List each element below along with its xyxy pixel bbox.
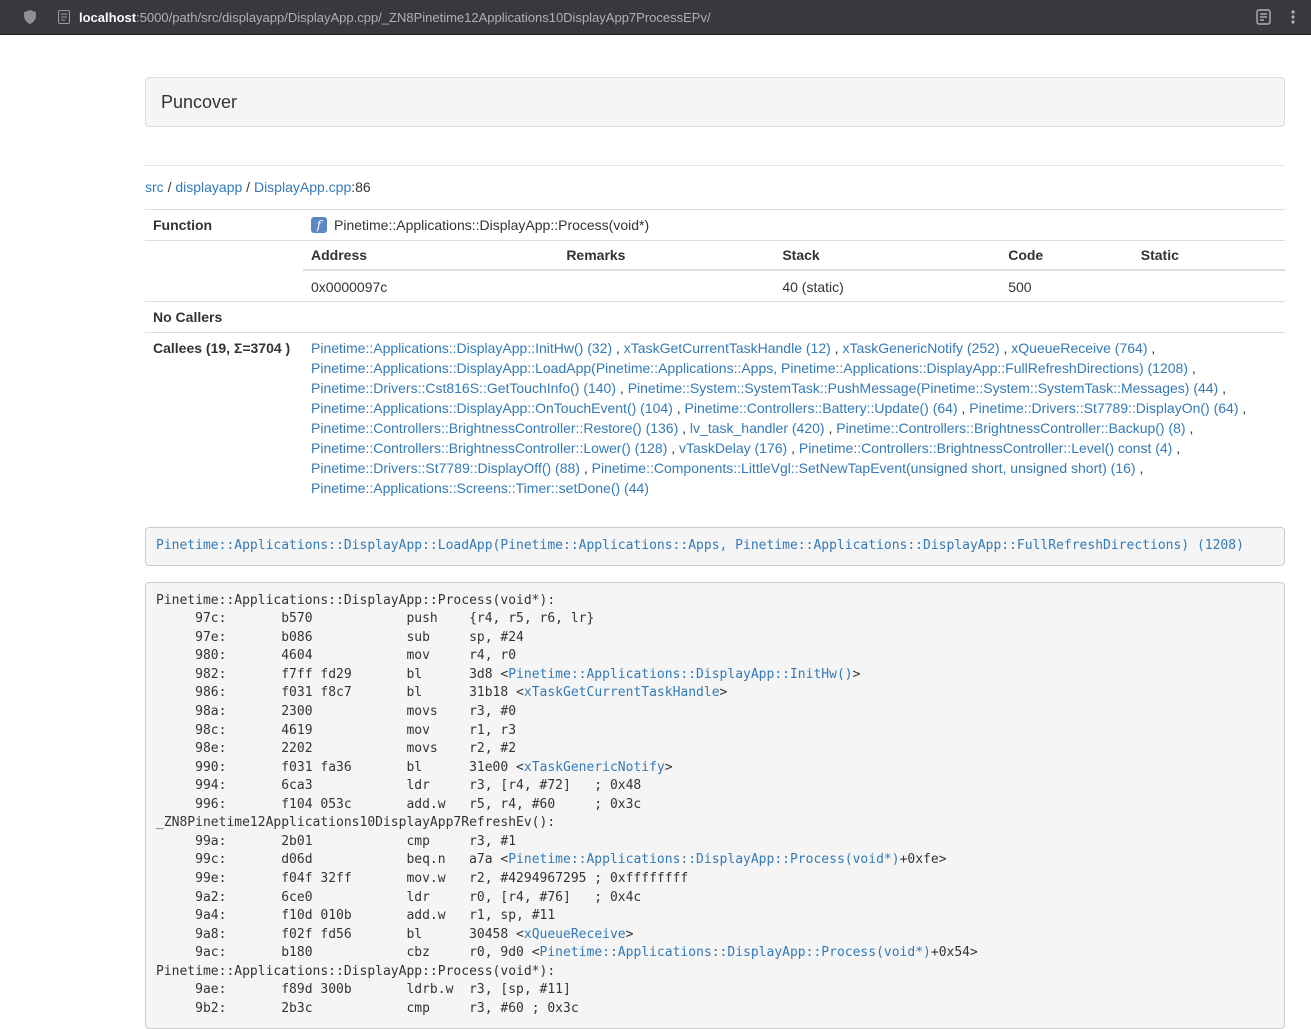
disassembly-symbol-link[interactable]: Pinetime::Applications::DisplayApp::Init… bbox=[508, 667, 852, 682]
reader-view-icon[interactable] bbox=[1256, 9, 1271, 25]
disassembly-symbol-link[interactable]: xTaskGetCurrentTaskHandle bbox=[524, 685, 720, 700]
function-row-label: Function bbox=[145, 210, 303, 241]
callee-separator: , bbox=[831, 340, 843, 356]
callee-link[interactable]: Pinetime::Applications::DisplayApp::Init… bbox=[311, 340, 612, 356]
stats-value-remarks bbox=[558, 270, 774, 301]
callee-link[interactable]: Pinetime::Drivers::St7789::DisplayOn() (… bbox=[969, 400, 1238, 416]
app-title: Puncover bbox=[146, 78, 1284, 126]
breadcrumb-line-number: :86 bbox=[351, 179, 370, 195]
callee-separator: , bbox=[1000, 340, 1012, 356]
stats-cell: Address Remarks Stack Code Static 0x0000… bbox=[303, 241, 1285, 302]
callee-separator: , bbox=[1186, 420, 1194, 436]
symbol-table: Function fPinetime::Applications::Displa… bbox=[145, 209, 1285, 503]
callee-separator: , bbox=[1239, 400, 1247, 416]
callee-link[interactable]: Pinetime::Controllers::BrightnessControl… bbox=[311, 440, 667, 456]
disassembly-symbol-link[interactable]: Pinetime::Applications::DisplayApp::Proc… bbox=[540, 945, 931, 960]
disassembly-symbol-link[interactable]: Pinetime::Applications::DisplayApp::Proc… bbox=[508, 852, 899, 867]
disassembly-code: Pinetime::Applications::DisplayApp::Proc… bbox=[145, 582, 1285, 1029]
disassembly-symbol-link[interactable]: xTaskGenericNotify bbox=[524, 760, 665, 775]
page-icon bbox=[58, 10, 70, 24]
url-text: localhost:5000/path/src/displayapp/Displ… bbox=[79, 10, 711, 25]
page-content: Puncover src / displayapp / DisplayApp.c… bbox=[145, 77, 1285, 1029]
url-host: localhost bbox=[79, 10, 136, 25]
function-name: Pinetime::Applications::DisplayApp::Proc… bbox=[334, 217, 649, 233]
callee-separator: , bbox=[1136, 460, 1144, 476]
shield-icon[interactable] bbox=[22, 9, 38, 25]
callees-row: Callees (19, Σ=3704 ) Pinetime::Applicat… bbox=[145, 333, 1285, 504]
stats-table: Address Remarks Stack Code Static 0x0000… bbox=[303, 241, 1285, 301]
breadcrumb-separator: / bbox=[246, 179, 250, 195]
kebab-menu-icon[interactable] bbox=[1291, 9, 1295, 25]
selected-symbol-box: Pinetime::Applications::DisplayApp::Load… bbox=[145, 527, 1285, 566]
stats-value-stack: 40 (static) bbox=[774, 270, 1000, 301]
callee-link[interactable]: xTaskGetCurrentTaskHandle (12) bbox=[624, 340, 831, 356]
stats-header-remarks: Remarks bbox=[558, 241, 774, 270]
callee-separator: , bbox=[673, 400, 685, 416]
stats-header-address: Address bbox=[303, 241, 558, 270]
callee-link[interactable]: lv_task_handler (420) bbox=[690, 420, 825, 436]
callee-separator: , bbox=[612, 340, 624, 356]
callee-link[interactable]: Pinetime::Controllers::BrightnessControl… bbox=[311, 420, 678, 436]
breadcrumb: src / displayapp / DisplayApp.cpp:86 bbox=[145, 177, 1285, 197]
callees-cell: Pinetime::Applications::DisplayApp::Init… bbox=[303, 333, 1285, 504]
breadcrumb-link-displayapp[interactable]: displayapp bbox=[175, 179, 242, 195]
browser-toolbar: localhost:5000/path/src/displayapp/Displ… bbox=[0, 0, 1311, 35]
callee-link[interactable]: xQueueReceive (764) bbox=[1011, 340, 1147, 356]
breadcrumb-link-src[interactable]: src bbox=[145, 179, 164, 195]
callee-link[interactable]: Pinetime::System::SystemTask::PushMessag… bbox=[628, 380, 1219, 396]
url-path: :5000/path/src/displayapp/DisplayApp.cpp… bbox=[136, 10, 711, 25]
callee-link[interactable]: Pinetime::Applications::Screens::Timer::… bbox=[311, 480, 649, 496]
url-bar[interactable]: localhost:5000/path/src/displayapp/Displ… bbox=[58, 10, 1256, 25]
app-panel: Puncover bbox=[145, 77, 1285, 127]
callee-separator: , bbox=[580, 460, 592, 476]
toolbar-actions bbox=[1256, 9, 1295, 25]
callee-link[interactable]: Pinetime::Drivers::Cst816S::GetTouchInfo… bbox=[311, 380, 616, 396]
stats-value-static bbox=[1133, 270, 1285, 301]
callee-link[interactable]: vTaskDelay (176) bbox=[679, 440, 787, 456]
callee-separator: , bbox=[1218, 380, 1226, 396]
no-callers-cell bbox=[303, 302, 1285, 333]
stats-value-address: 0x0000097c bbox=[303, 270, 558, 301]
callee-separator: , bbox=[678, 420, 690, 436]
callee-link[interactable]: Pinetime::Applications::DisplayApp::Load… bbox=[311, 360, 1188, 376]
callee-link[interactable]: xTaskGenericNotify (252) bbox=[842, 340, 999, 356]
callees-label: Callees (19, Σ=3704 ) bbox=[145, 333, 303, 504]
callee-link[interactable]: Pinetime::Applications::DisplayApp::OnTo… bbox=[311, 400, 673, 416]
callee-link[interactable]: Pinetime::Drivers::St7789::DisplayOff() … bbox=[311, 460, 580, 476]
callee-separator: , bbox=[1172, 440, 1180, 456]
function-name-cell: f Pinetime::Applications::DisplayApp::Pro… bbox=[303, 210, 1285, 241]
selected-symbol-link[interactable]: Pinetime::Applications::DisplayApp::Load… bbox=[156, 538, 1244, 553]
stats-header-row: Address Remarks Stack Code Static bbox=[303, 241, 1285, 270]
callee-separator: , bbox=[1188, 360, 1196, 376]
callee-separator: , bbox=[958, 400, 970, 416]
breadcrumb-link-file[interactable]: DisplayApp.cpp bbox=[254, 179, 351, 195]
divider bbox=[145, 165, 1285, 166]
callee-separator: , bbox=[1147, 340, 1155, 356]
stats-header-code: Code bbox=[1000, 241, 1133, 270]
stats-row-label bbox=[145, 241, 303, 302]
callee-separator: , bbox=[616, 380, 628, 396]
stats-header-static: Static bbox=[1133, 241, 1285, 270]
stats-header-stack: Stack bbox=[774, 241, 1000, 270]
callee-separator: , bbox=[667, 440, 679, 456]
callee-link[interactable]: Pinetime::Controllers::Battery::Update()… bbox=[685, 400, 958, 416]
function-icon: f bbox=[311, 217, 327, 233]
callee-separator: , bbox=[825, 420, 837, 436]
callee-link[interactable]: Pinetime::Components::LittleVgl::SetNewT… bbox=[592, 460, 1136, 476]
stats-value-code: 500 bbox=[1000, 270, 1133, 301]
function-row: Function f Pinetime::Applications::Displa… bbox=[145, 210, 1285, 241]
stats-value-row: 0x0000097c 40 (static) 500 bbox=[303, 270, 1285, 301]
callee-link[interactable]: Pinetime::Controllers::BrightnessControl… bbox=[836, 420, 1185, 436]
disassembly-symbol-link[interactable]: xQueueReceive bbox=[524, 927, 626, 942]
stats-row: Address Remarks Stack Code Static 0x0000… bbox=[145, 241, 1285, 302]
no-callers-row: No Callers bbox=[145, 302, 1285, 333]
callee-separator: , bbox=[787, 440, 799, 456]
no-callers-label: No Callers bbox=[145, 302, 303, 333]
breadcrumb-separator: / bbox=[168, 179, 172, 195]
callee-link[interactable]: Pinetime::Controllers::BrightnessControl… bbox=[799, 440, 1172, 456]
